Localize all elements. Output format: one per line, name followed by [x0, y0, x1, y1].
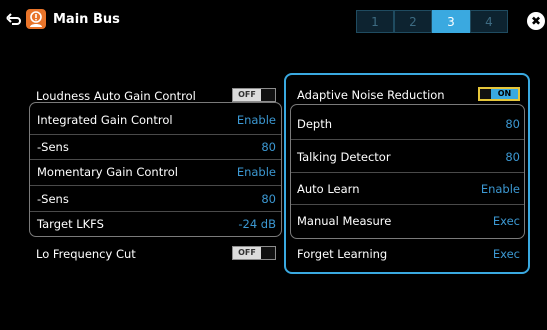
return-arrow-icon[interactable] [6, 12, 22, 28]
page-button-2[interactable]: 2 [394, 10, 432, 33]
close-icon[interactable]: ✖ [527, 12, 545, 30]
toggle-state-label: OFF [233, 89, 261, 101]
sens-value[interactable]: 80 [261, 192, 276, 206]
depth-value[interactable]: 80 [505, 117, 520, 131]
divider [291, 204, 524, 205]
auto-learn-value[interactable]: Enable [481, 182, 520, 196]
header: Main Bus 1 2 3 4 ✖ [0, 0, 547, 46]
adaptive-noise-reduction-label: Adaptive Noise Reduction [297, 88, 445, 102]
sens-value[interactable]: 80 [261, 140, 276, 154]
forget-learning-value[interactable]: Exec [493, 247, 520, 261]
loudness-auto-gain-label: Loudness Auto Gain Control [36, 89, 196, 103]
page-button-4[interactable]: 4 [470, 10, 508, 33]
toggle-state-label: ON [491, 89, 518, 99]
target-lkfs-value[interactable]: -24 dB [238, 217, 276, 231]
manual-measure-label: Manual Measure [297, 214, 392, 228]
integrated-gain-label: Integrated Gain Control [37, 113, 173, 127]
divider [30, 159, 281, 160]
sens-label: -Sens [37, 192, 69, 206]
divider [30, 185, 281, 186]
auto-learn-label: Auto Learn [297, 182, 360, 196]
talking-detector-label: Talking Detector [297, 150, 391, 164]
page-title: Main Bus [53, 12, 120, 27]
divider [291, 172, 524, 173]
forget-learning-label: Forget Learning [297, 247, 388, 261]
divider [30, 211, 281, 212]
alert-person-icon [26, 9, 46, 29]
divider [291, 139, 524, 140]
page-button-1[interactable]: 1 [356, 10, 394, 33]
page-selector: 1 2 3 4 [356, 10, 508, 33]
momentary-gain-label: Momentary Gain Control [37, 165, 178, 179]
target-lkfs-label: Target LKFS [37, 217, 104, 231]
divider [30, 134, 281, 135]
integrated-gain-value[interactable]: Enable [237, 113, 276, 127]
loudness-auto-gain-toggle[interactable]: OFF [232, 88, 276, 102]
toggle-state-label: OFF [233, 247, 261, 259]
lo-frequency-cut-toggle[interactable]: OFF [232, 246, 276, 260]
talking-detector-value[interactable]: 80 [505, 150, 520, 164]
lo-frequency-cut-label: Lo Frequency Cut [36, 247, 136, 261]
depth-label: Depth [297, 117, 333, 131]
adaptive-noise-reduction-toggle[interactable]: ON [478, 87, 520, 101]
page-button-3[interactable]: 3 [432, 10, 470, 33]
momentary-gain-value[interactable]: Enable [237, 165, 276, 179]
sens-label: -Sens [37, 140, 69, 154]
manual-measure-value[interactable]: Exec [493, 214, 520, 228]
